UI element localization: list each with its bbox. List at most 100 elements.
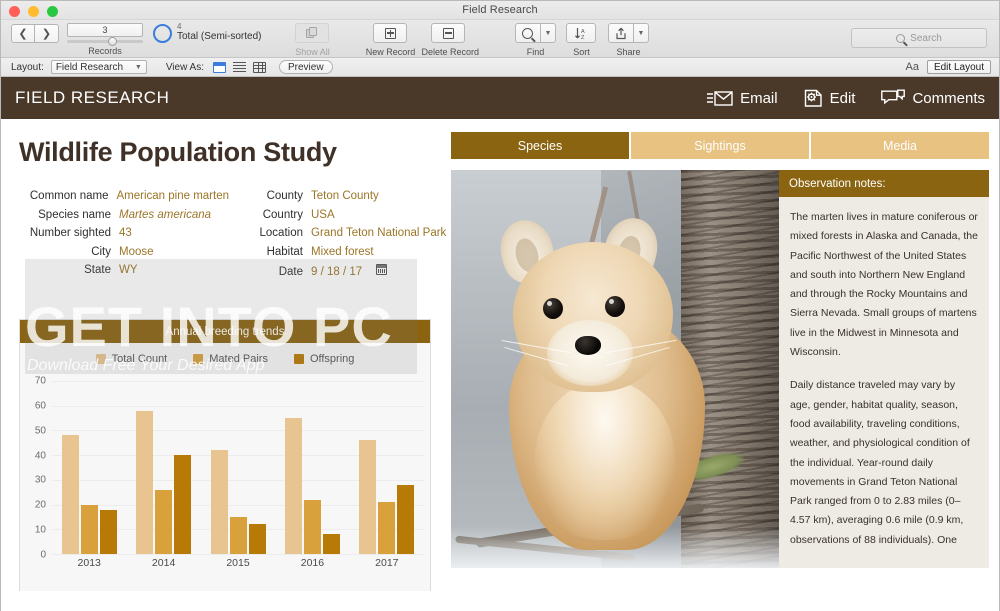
preview-button[interactable]: Preview <box>278 60 333 74</box>
bar[interactable] <box>303 499 321 554</box>
bar[interactable] <box>155 489 173 554</box>
legend-swatch <box>293 354 304 364</box>
sort-button[interactable]: A Z Sort <box>559 20 603 58</box>
close-button[interactable] <box>9 6 20 17</box>
field-value[interactable]: 43 <box>119 227 132 239</box>
records-label: Records <box>88 46 122 56</box>
left-column: Wildlife Population Study Common name Am… <box>1 119 446 611</box>
bar[interactable] <box>359 440 377 554</box>
bar[interactable] <box>80 504 98 554</box>
share-icon[interactable] <box>607 23 634 43</box>
search-icon[interactable] <box>514 23 541 43</box>
y-tick-label: 50 <box>34 425 46 437</box>
comments-button[interactable]: Comments <box>881 89 985 107</box>
legend-item-mated-pairs[interactable]: Mated Pairs <box>193 353 268 365</box>
tab-media[interactable]: Media <box>811 132 989 159</box>
view-as-group <box>212 61 266 73</box>
previous-record-button[interactable]: ❮ <box>11 24 35 43</box>
bar[interactable] <box>210 450 228 554</box>
field-label: Location <box>259 227 303 239</box>
edit-layout-button[interactable]: Edit Layout <box>926 60 991 74</box>
field-value[interactable]: Teton County <box>311 190 379 202</box>
field-date: Date 9 / 18 / 17 <box>247 264 446 278</box>
record-status-circle-icon <box>153 24 172 43</box>
chart-x-axis: 2013 2014 2015 2016 2017 <box>52 557 424 577</box>
chart-legend: Total Count Mated Pairs Offspring <box>20 343 430 365</box>
field-value[interactable]: Moose <box>119 246 154 258</box>
find-split-button[interactable]: ▼ <box>514 23 556 43</box>
legend-item-total-count[interactable]: Total Count <box>95 353 168 365</box>
window-controls[interactable] <box>9 6 58 17</box>
species-photo[interactable] <box>451 170 779 568</box>
view-table-icon[interactable] <box>252 61 266 73</box>
sort-az-glyph: A Z <box>575 27 585 40</box>
share-split-button[interactable]: ▼ <box>607 23 649 43</box>
field-label: Date <box>278 266 303 278</box>
x-tick-label: 2015 <box>226 557 250 569</box>
records-slider[interactable] <box>67 37 143 46</box>
bar[interactable] <box>136 410 154 554</box>
field-habitat: Habitat Mixed forest <box>247 246 446 258</box>
field-value[interactable]: 9 / 18 / 17 <box>311 266 362 278</box>
legend-item-offspring[interactable]: Offspring <box>293 353 354 365</box>
tab-species[interactable]: Species <box>451 132 629 159</box>
bar[interactable] <box>378 502 396 554</box>
field-column-right: County Teton County Country USA Location… <box>247 190 447 278</box>
edit-button[interactable]: Edit <box>804 89 855 108</box>
bar[interactable] <box>284 418 302 554</box>
view-form-icon[interactable] <box>212 61 226 73</box>
minimize-button[interactable] <box>28 6 39 17</box>
y-tick-label: 0 <box>40 549 46 561</box>
field-column-left: Common name American pine marten Species… <box>19 190 229 278</box>
search-input[interactable]: Search <box>851 28 987 48</box>
field-value[interactable]: Mixed forest <box>311 246 374 258</box>
text-format-icon[interactable]: Aa <box>905 61 918 73</box>
field-value[interactable]: WY <box>119 264 138 276</box>
chevron-down-icon[interactable]: ▼ <box>633 23 649 43</box>
field-value[interactable]: American pine marten <box>117 190 230 202</box>
layout-select[interactable]: Field Research ▼ <box>50 60 147 74</box>
next-record-button[interactable]: ❯ <box>35 24 59 43</box>
total-count: 4 <box>177 22 182 31</box>
bar[interactable] <box>397 484 415 554</box>
bar[interactable] <box>61 435 79 554</box>
bar[interactable] <box>174 455 192 554</box>
gear-document-icon <box>804 89 823 108</box>
legend-label: Total Count <box>111 353 168 365</box>
field-label: City <box>91 245 111 258</box>
slider-knob[interactable] <box>108 37 118 46</box>
show-all-label: Show All <box>295 47 330 57</box>
zoom-button[interactable] <box>47 6 58 17</box>
bar[interactable] <box>322 534 340 554</box>
chart-card: Annual breeding trends Total Count Mated… <box>19 319 431 591</box>
observation-notes-body[interactable]: The marten lives in mature coniferous or… <box>779 197 989 550</box>
view-list-icon[interactable] <box>232 61 246 73</box>
share-button[interactable]: ▼ Share <box>603 20 653 58</box>
field-label: State <box>84 264 111 276</box>
header-actions: Email Edit Comments <box>707 89 985 108</box>
bar-group <box>275 381 349 554</box>
chevron-down-icon[interactable]: ▼ <box>540 23 556 43</box>
bar[interactable] <box>229 516 247 554</box>
field-value[interactable]: USA <box>311 209 335 221</box>
y-tick-label: 60 <box>34 400 46 412</box>
bar[interactable] <box>248 524 266 554</box>
find-button[interactable]: ▼ Find <box>511 20 559 58</box>
page-title: Wildlife Population Study <box>19 137 337 167</box>
email-button[interactable]: Email <box>707 90 778 107</box>
field-value[interactable]: Grand Teton National Park <box>311 227 446 239</box>
share-label: Share <box>616 47 641 57</box>
chart-y-axis: 0 10 20 30 40 50 60 70 <box>20 376 50 561</box>
delete-record-label: Delete Record <box>421 47 479 57</box>
new-record-button[interactable]: New Record <box>363 20 417 58</box>
show-all-button[interactable]: Show All <box>285 20 339 58</box>
record-number-field[interactable]: 3 <box>67 23 143 37</box>
marten-eye-left <box>543 298 563 319</box>
calendar-icon[interactable] <box>376 264 388 275</box>
toolbar: ❮ ❯ 3 Records 4 Total (Semi-sorted) Show… <box>1 20 999 58</box>
delete-record-button[interactable]: Delete Record <box>421 20 479 58</box>
field-value[interactable]: Martes americana <box>119 209 211 221</box>
bar[interactable] <box>99 509 117 554</box>
field-label: County <box>266 190 303 202</box>
tab-sightings[interactable]: Sightings <box>631 132 809 159</box>
